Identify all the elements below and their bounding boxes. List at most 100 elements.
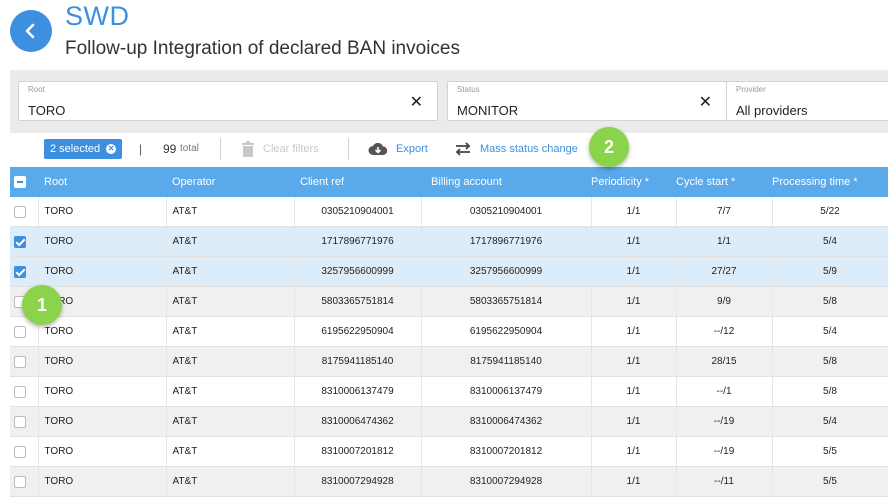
filter-provider-label: Provider bbox=[736, 85, 766, 94]
row-client-ref-cell: 3257956600999 bbox=[294, 256, 422, 287]
table-row[interactable]: TORO AT&T 3257956600999 3257956600999 1/1 27/… bbox=[10, 256, 888, 287]
total-label: total bbox=[180, 143, 199, 154]
row-cycle-start-cell: --/19 bbox=[676, 436, 773, 467]
row-checkbox-cell[interactable] bbox=[10, 406, 39, 437]
row-client-ref-cell: 8310007201812 bbox=[294, 436, 422, 467]
row-operator-cell: AT&T bbox=[166, 406, 295, 437]
row-root-cell: TORO bbox=[38, 316, 167, 347]
table-row[interactable]: TORO AT&T 8310007294928 8310007294928 1/1 --/… bbox=[10, 466, 888, 497]
row-cycle-start-cell: 9/9 bbox=[676, 286, 773, 317]
filter-status-value: MONITOR bbox=[457, 103, 519, 118]
row-checkbox[interactable] bbox=[14, 475, 26, 488]
row-checkbox-cell[interactable] bbox=[10, 197, 39, 227]
back-button[interactable] bbox=[10, 10, 52, 52]
row-processing-time-cell: 5/4 bbox=[772, 316, 888, 347]
clear-selection-icon[interactable]: ✕ bbox=[106, 144, 117, 154]
clear-filters-button[interactable]: Clear filters bbox=[241, 139, 319, 159]
row-root-cell: TORO bbox=[38, 376, 167, 407]
mass-status-change-label: Mass status change bbox=[480, 143, 578, 155]
row-checkbox-checked[interactable] bbox=[14, 235, 26, 248]
row-checkbox-cell[interactable] bbox=[10, 256, 39, 287]
row-billing-account-cell: 8310006137479 bbox=[421, 376, 592, 407]
row-checkbox-cell[interactable] bbox=[10, 466, 39, 497]
row-periodicity-cell: 1/1 bbox=[591, 466, 677, 497]
row-root-cell: TORO bbox=[38, 346, 167, 377]
filter-status[interactable]: Status MONITOR ✕ bbox=[447, 81, 727, 121]
column-header-billing-account[interactable]: Billing account bbox=[421, 167, 591, 197]
row-root-cell: TORO bbox=[38, 466, 167, 497]
total-count: 99 bbox=[163, 142, 177, 156]
table-row[interactable]: TORO AT&T 8310006137479 8310006137479 1/1 --/… bbox=[10, 376, 888, 407]
row-billing-account-cell: 5803365751814 bbox=[421, 286, 592, 317]
row-checkbox-checked[interactable] bbox=[14, 265, 26, 278]
page-header: SWD Follow-up Integration of declared BA… bbox=[0, 0, 888, 70]
mass-status-change-button[interactable]: Mass status change bbox=[454, 139, 578, 159]
export-label: Export bbox=[396, 143, 428, 155]
row-client-ref-cell: 0305210904001 bbox=[294, 197, 422, 227]
row-cycle-start-cell: 7/7 bbox=[676, 197, 773, 227]
row-operator-cell: AT&T bbox=[166, 466, 295, 497]
row-billing-account-cell: 3257956600999 bbox=[421, 256, 592, 287]
row-periodicity-cell: 1/1 bbox=[591, 406, 677, 437]
row-processing-time-cell: 5/8 bbox=[772, 376, 888, 407]
row-processing-time-cell: 5/5 bbox=[772, 436, 888, 467]
row-checkbox[interactable] bbox=[14, 385, 26, 398]
column-header-periodicity[interactable]: Periodicity * bbox=[591, 167, 676, 197]
row-billing-account-cell: 8310006474362 bbox=[421, 406, 592, 437]
row-cycle-start-cell: --/11 bbox=[676, 466, 773, 497]
row-periodicity-cell: 1/1 bbox=[591, 226, 677, 257]
column-header-root[interactable]: Root bbox=[38, 167, 166, 197]
row-checkbox-cell[interactable] bbox=[10, 436, 39, 467]
table-row[interactable]: TORO AT&T 1717896771976 1717896771976 1/1 1/1… bbox=[10, 226, 888, 257]
filter-bar: Root TORO ✕ Status MONITOR ✕ Provider Al… bbox=[10, 70, 888, 133]
row-checkbox[interactable] bbox=[14, 445, 26, 458]
filter-root[interactable]: Root TORO ✕ bbox=[18, 81, 438, 121]
toolbar: 2 selected ✕ | 99 total Clear filters Ex… bbox=[0, 133, 888, 167]
cloud-download-icon bbox=[368, 143, 388, 155]
column-header-operator[interactable]: Operator bbox=[166, 167, 294, 197]
toolbar-divider bbox=[348, 138, 349, 160]
clear-status-filter-icon[interactable]: ✕ bbox=[699, 92, 712, 112]
filter-root-label: Root bbox=[28, 85, 45, 94]
table-row[interactable]: TORO AT&T 8175941185140 8175941185140 1/1 28/… bbox=[10, 346, 888, 377]
row-checkbox[interactable] bbox=[14, 415, 26, 428]
filter-root-value: TORO bbox=[28, 103, 66, 118]
row-operator-cell: AT&T bbox=[166, 286, 295, 317]
table-row[interactable]: TORO AT&T 8310006474362 8310006474362 1/1 --/… bbox=[10, 406, 888, 437]
row-root-cell: TORO bbox=[38, 197, 167, 227]
row-processing-time-cell: 5/8 bbox=[772, 286, 888, 317]
table-row[interactable]: TOROAT&T580336575181458033657518141/19/9… bbox=[10, 286, 888, 317]
row-operator-cell: AT&T bbox=[166, 376, 295, 407]
column-header-cycle-start[interactable]: Cycle start * bbox=[676, 167, 772, 197]
row-checkbox-cell[interactable] bbox=[10, 226, 39, 257]
select-all-cell[interactable] bbox=[10, 167, 38, 197]
row-root-cell: TORO bbox=[38, 226, 167, 257]
row-operator-cell: AT&T bbox=[166, 316, 295, 347]
row-checkbox[interactable] bbox=[14, 325, 26, 338]
row-client-ref-cell: 8310007294928 bbox=[294, 466, 422, 497]
row-checkbox[interactable] bbox=[14, 355, 26, 368]
column-header-client-ref[interactable]: Client ref bbox=[294, 167, 421, 197]
select-all-checkbox[interactable] bbox=[14, 176, 26, 188]
row-checkbox[interactable] bbox=[14, 205, 26, 218]
row-operator-cell: AT&T bbox=[166, 346, 295, 377]
selected-chip[interactable]: 2 selected ✕ bbox=[44, 139, 123, 159]
table-row[interactable]: TORO AT&T 6195622950904 6195622950904 1/1 --/… bbox=[10, 316, 888, 347]
column-header-processing-time[interactable]: Processing time * bbox=[772, 167, 888, 197]
export-button[interactable]: Export bbox=[368, 139, 428, 159]
row-root-cell: TORO bbox=[38, 436, 167, 467]
filter-provider[interactable]: Provider All providers bbox=[726, 81, 888, 121]
row-client-ref-cell: 5803365751814 bbox=[294, 286, 422, 317]
row-client-ref-cell: 1717896771976 bbox=[294, 226, 422, 257]
row-cycle-start-cell: --/12 bbox=[676, 316, 773, 347]
table-row[interactable]: TORO AT&T 8310007201812 8310007201812 1/1 --/… bbox=[10, 436, 888, 467]
toolbar-separator: | bbox=[139, 142, 143, 156]
callout-badge-1: 1 bbox=[22, 285, 62, 325]
row-client-ref-cell: 8175941185140 bbox=[294, 346, 422, 377]
row-checkbox-cell[interactable] bbox=[10, 346, 39, 377]
clear-root-filter-icon[interactable]: ✕ bbox=[410, 92, 423, 112]
row-client-ref-cell: 6195622950904 bbox=[294, 316, 422, 347]
row-operator-cell: AT&T bbox=[166, 226, 295, 257]
table-row[interactable]: TORO AT&T 0305210904001 0305210904001 1/1 7/7… bbox=[10, 197, 888, 227]
row-checkbox-cell[interactable] bbox=[10, 376, 39, 407]
